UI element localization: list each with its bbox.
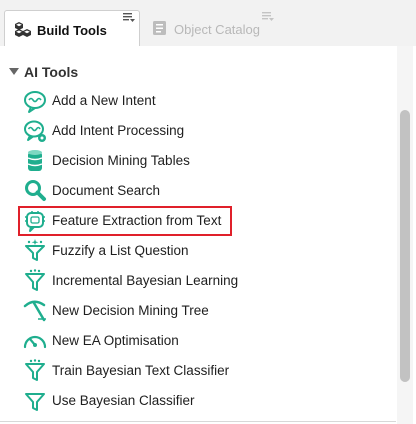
funnel-sparkle-icon bbox=[25, 239, 45, 261]
tree-item-decision-mining-tables[interactable]: Decision Mining Tables bbox=[22, 148, 392, 174]
tree-item-document-search[interactable]: Document Search bbox=[22, 178, 392, 204]
magnifier-icon bbox=[25, 180, 46, 201]
funnel-icon bbox=[25, 393, 45, 411]
tree-item-label: Train Bayesian Text Classifier bbox=[52, 363, 230, 378]
cubes-icon bbox=[15, 22, 31, 37]
tab-label: Build Tools bbox=[37, 23, 107, 38]
catalog-icon bbox=[153, 21, 166, 35]
tree-item-train-bayesian-text-classifier[interactable]: Train Bayesian Text Classifier bbox=[22, 358, 392, 384]
tab-menu-icon[interactable] bbox=[262, 12, 274, 22]
funnel-icon bbox=[25, 269, 45, 291]
tree-item-label: Fuzzify a List Question bbox=[52, 243, 189, 258]
divider bbox=[0, 421, 396, 422]
scrollbar-thumb[interactable] bbox=[400, 110, 410, 382]
tree-item-new-decision-mining-tree[interactable]: New Decision Mining Tree bbox=[22, 298, 392, 324]
tool-tree: AI Tools Add a New Intent Add Intent Pro… bbox=[0, 46, 416, 424]
tab-label: Object Catalog bbox=[174, 22, 260, 37]
highlight-box bbox=[18, 206, 232, 236]
database-icon bbox=[27, 150, 43, 171]
tree-item-label: Add Intent Processing bbox=[52, 123, 185, 138]
tree-item-label: Incremental Bayesian Learning bbox=[52, 273, 239, 288]
caret-down-icon[interactable] bbox=[9, 68, 19, 75]
funnel-icon bbox=[25, 359, 45, 381]
tab-object-catalog[interactable]: Object Catalog bbox=[142, 10, 278, 46]
brain-speech-gear-icon bbox=[24, 120, 46, 142]
tool-tabs-bar: Build Tools Object Catalog bbox=[0, 0, 416, 46]
tree-item-use-bayesian-classifier[interactable]: Use Bayesian Classifier bbox=[22, 388, 392, 414]
tree-item-new-ea-optimisation[interactable]: New EA Optimisation bbox=[22, 328, 392, 354]
tree-item-add-intent-processing[interactable]: Add Intent Processing bbox=[22, 118, 392, 144]
tree-item-incremental-bayesian-learning[interactable]: Incremental Bayesian Learning bbox=[22, 268, 392, 294]
tree-item-label: Decision Mining Tables bbox=[52, 153, 190, 168]
pickaxe-icon bbox=[23, 300, 46, 322]
gauge-icon bbox=[23, 335, 47, 349]
tab-menu-icon[interactable] bbox=[123, 13, 135, 23]
tree-item-label: New EA Optimisation bbox=[52, 333, 179, 348]
tree-item-label: New Decision Mining Tree bbox=[52, 303, 209, 318]
tree-item-fuzzify-a-list-question[interactable]: Fuzzify a List Question bbox=[22, 238, 392, 264]
tree-item-label: Document Search bbox=[52, 183, 161, 198]
tree-item-label: Use Bayesian Classifier bbox=[52, 393, 195, 408]
tab-build-tools[interactable]: Build Tools bbox=[4, 10, 140, 46]
group-label: AI Tools bbox=[24, 64, 79, 80]
brain-speech-icon bbox=[24, 91, 46, 113]
tree-item-label: Add a New Intent bbox=[52, 93, 156, 108]
tree-item-add-a-new-intent[interactable]: Add a New Intent bbox=[22, 88, 392, 114]
